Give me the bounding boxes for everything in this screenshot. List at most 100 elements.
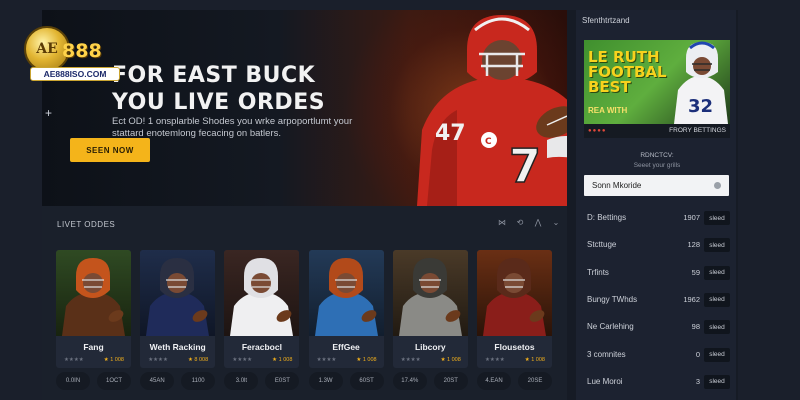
stat-label: Bungy TWhds bbox=[587, 294, 638, 304]
rating-score: ★ 1 008 bbox=[272, 357, 293, 363]
seen-now-button[interactable]: SEEN NOW bbox=[70, 138, 150, 162]
odds-toolbar: ⋈ ⟲ ⋀ ⌄ bbox=[496, 218, 562, 227]
odd-button[interactable]: 45AN bbox=[140, 372, 175, 390]
odd-button[interactable]: 0.0IN bbox=[56, 372, 90, 390]
odds-row: 45AN 1100 bbox=[140, 372, 216, 392]
sidebar-subheading: RDNCTCV: bbox=[640, 152, 674, 159]
stat-select-button[interactable]: sleed bbox=[704, 238, 730, 253]
stat-label: Trfints bbox=[587, 267, 609, 277]
stat-label: Stcttuge bbox=[587, 240, 617, 250]
odds-row: 4.EAN 20SE bbox=[477, 372, 552, 392]
player-image bbox=[224, 250, 300, 336]
stat-row: Lue Moroi 3 sleed bbox=[584, 373, 730, 391]
sport-select[interactable]: Sonn Mkoride bbox=[584, 175, 729, 196]
player-image bbox=[56, 250, 131, 336]
player-image bbox=[477, 250, 552, 336]
player-name: EffGee bbox=[332, 342, 360, 352]
stat-value: 1962 bbox=[683, 294, 700, 304]
stat-value: 0 bbox=[695, 349, 700, 359]
odd-button[interactable]: 4.EAN bbox=[477, 372, 511, 390]
player-card[interactable]: Fang ★★★★ ★ 1 008 bbox=[56, 250, 131, 368]
rating-stars: ★★★★ bbox=[148, 357, 168, 363]
promo-player-image: 32 bbox=[674, 41, 728, 124]
player-card[interactable]: EffGee ★★★★ ★ 1 008 bbox=[308, 250, 384, 368]
rating-stars: ★★★★ bbox=[400, 357, 421, 363]
stat-select-button[interactable]: sleed bbox=[704, 211, 730, 225]
odd-button[interactable]: 17.4% bbox=[392, 372, 427, 390]
odd-button[interactable]: 1.3W bbox=[308, 372, 343, 390]
stat-row: Trfints 59 sleed bbox=[584, 264, 730, 282]
sidebar-hint: Seeet your grills bbox=[633, 162, 681, 169]
promo-dots: ●●●● bbox=[588, 128, 607, 134]
stat-row: Stcttuge 128 sleed bbox=[584, 236, 730, 254]
promo-subline: REA WITH bbox=[588, 106, 628, 115]
rating-score: ★ 1 008 bbox=[356, 357, 377, 363]
player-rating: ★★★★ ★ 1 008 bbox=[232, 357, 292, 363]
player-name: Weth Racking bbox=[149, 342, 206, 352]
logo-number: 888 bbox=[62, 40, 102, 62]
stat-select-button[interactable]: sleed bbox=[704, 265, 730, 280]
odd-button[interactable]: 1OCT bbox=[97, 372, 131, 390]
svg-text:7: 7 bbox=[509, 139, 541, 193]
swap-icon[interactable]: ⟲ bbox=[514, 218, 526, 227]
player-rating: ★★★★ ★ 1 008 bbox=[317, 357, 377, 363]
odd-button[interactable]: 20SE bbox=[518, 372, 552, 390]
player-rating: ★★★★ ★ 8 008 bbox=[148, 357, 208, 363]
odd-button[interactable]: 60ST bbox=[349, 372, 384, 390]
radio-indicator-icon bbox=[714, 182, 721, 189]
player-card[interactable]: Flousetos ★★★★ ★ 1 008 bbox=[477, 250, 552, 368]
stat-label: D: Bettings bbox=[587, 213, 627, 222]
rating-stars: ★★★★ bbox=[232, 357, 253, 363]
player-rating: ★★★★ ★ 1 008 bbox=[485, 357, 545, 363]
promo-banner: 32 LE RUTH FOOTBAL BEST REA WITH bbox=[584, 40, 730, 124]
player-rating: ★★★★ ★ 1 008 bbox=[401, 357, 461, 363]
player-image bbox=[140, 250, 216, 336]
stat-value: 59 bbox=[691, 267, 700, 277]
player-name: Fang bbox=[83, 342, 104, 352]
stat-select-button[interactable]: sleed bbox=[704, 320, 730, 335]
odd-button[interactable]: 3.0lt bbox=[224, 372, 259, 390]
chevron-down-icon[interactable]: ⌄ bbox=[550, 218, 562, 227]
player-name: Feracbocl bbox=[241, 342, 282, 352]
stat-select-button[interactable]: sleed bbox=[704, 374, 730, 389]
player-card[interactable]: Feracbocl ★★★★ ★ 1 008 bbox=[224, 250, 300, 368]
hero-title-line1: FOR EAST BUCK bbox=[112, 63, 316, 88]
odd-button[interactable]: 1100 bbox=[181, 372, 216, 390]
odds-section-title: LIVET ODDES bbox=[57, 220, 116, 229]
logo-domain: AE888ISO.COM bbox=[30, 67, 120, 81]
svg-text:47: 47 bbox=[435, 121, 466, 146]
site-logo[interactable]: AE 888 AE888ISO.COM bbox=[24, 26, 120, 84]
stat-row: Ne Carlehing 98 sleed bbox=[584, 318, 730, 336]
stat-row: Bungy TWhds 1962 sleed bbox=[584, 291, 730, 309]
stat-select-button[interactable]: sleed bbox=[704, 347, 730, 362]
svg-text:32: 32 bbox=[688, 96, 713, 117]
hero-title: FOR EAST BUCK YOU LIVE ORDES bbox=[112, 62, 392, 116]
filter-icon[interactable]: ⋈ bbox=[496, 218, 508, 227]
stat-value: 128 bbox=[687, 240, 700, 250]
stat-select-button[interactable]: sleed bbox=[704, 292, 730, 307]
sidebar-title: Sfenthtrtzand bbox=[582, 16, 630, 25]
rating-score: ★ 8 008 bbox=[187, 357, 209, 363]
player-card[interactable]: Weth Racking ★★★★ ★ 8 008 bbox=[140, 250, 216, 368]
promo-headline: LE RUTH FOOTBAL BEST bbox=[588, 48, 667, 96]
stat-label: Lue Moroi bbox=[587, 376, 623, 386]
player-card[interactable]: Libcory ★★★★ ★ 1 008 bbox=[392, 250, 468, 368]
player-name: Libcory bbox=[414, 342, 446, 352]
stat-value: 1907 bbox=[683, 213, 700, 222]
hero-banner: 7 47 C FOR EAST BUCK YOU LIVE ORDES Ect … bbox=[42, 10, 567, 206]
odds-row: 17.4% 20ST bbox=[392, 372, 468, 392]
plus-icon[interactable]: + bbox=[45, 107, 55, 119]
odd-button[interactable]: 20ST bbox=[433, 372, 468, 390]
promo-label: FRORY BETTINGS bbox=[669, 127, 726, 134]
grid-icon[interactable]: ⋀ bbox=[532, 218, 544, 227]
stat-value: 98 bbox=[691, 322, 700, 332]
odd-button[interactable]: E0ST bbox=[265, 372, 300, 390]
hero-title-line2: YOU LIVE ORDES bbox=[112, 90, 326, 115]
rating-score: ★ 1 008 bbox=[524, 357, 545, 363]
hero-subtitle: Ect OD! 1 onsplarble Shodes you wrke arp… bbox=[112, 116, 353, 139]
stat-row: 3 comnites 0 sleed bbox=[584, 346, 730, 364]
stat-row: D: Bettings 1907 sleed bbox=[584, 209, 730, 227]
rating-stars: ★★★★ bbox=[316, 357, 337, 363]
promo-card[interactable]: 32 LE RUTH FOOTBAL BEST REA WITH ●●●● FR… bbox=[584, 40, 730, 138]
player-image bbox=[392, 250, 468, 336]
